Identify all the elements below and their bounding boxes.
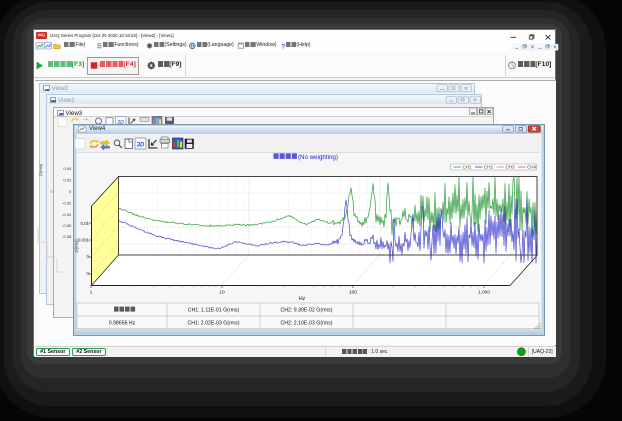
svg-text:?: ? [281, 44, 285, 51]
